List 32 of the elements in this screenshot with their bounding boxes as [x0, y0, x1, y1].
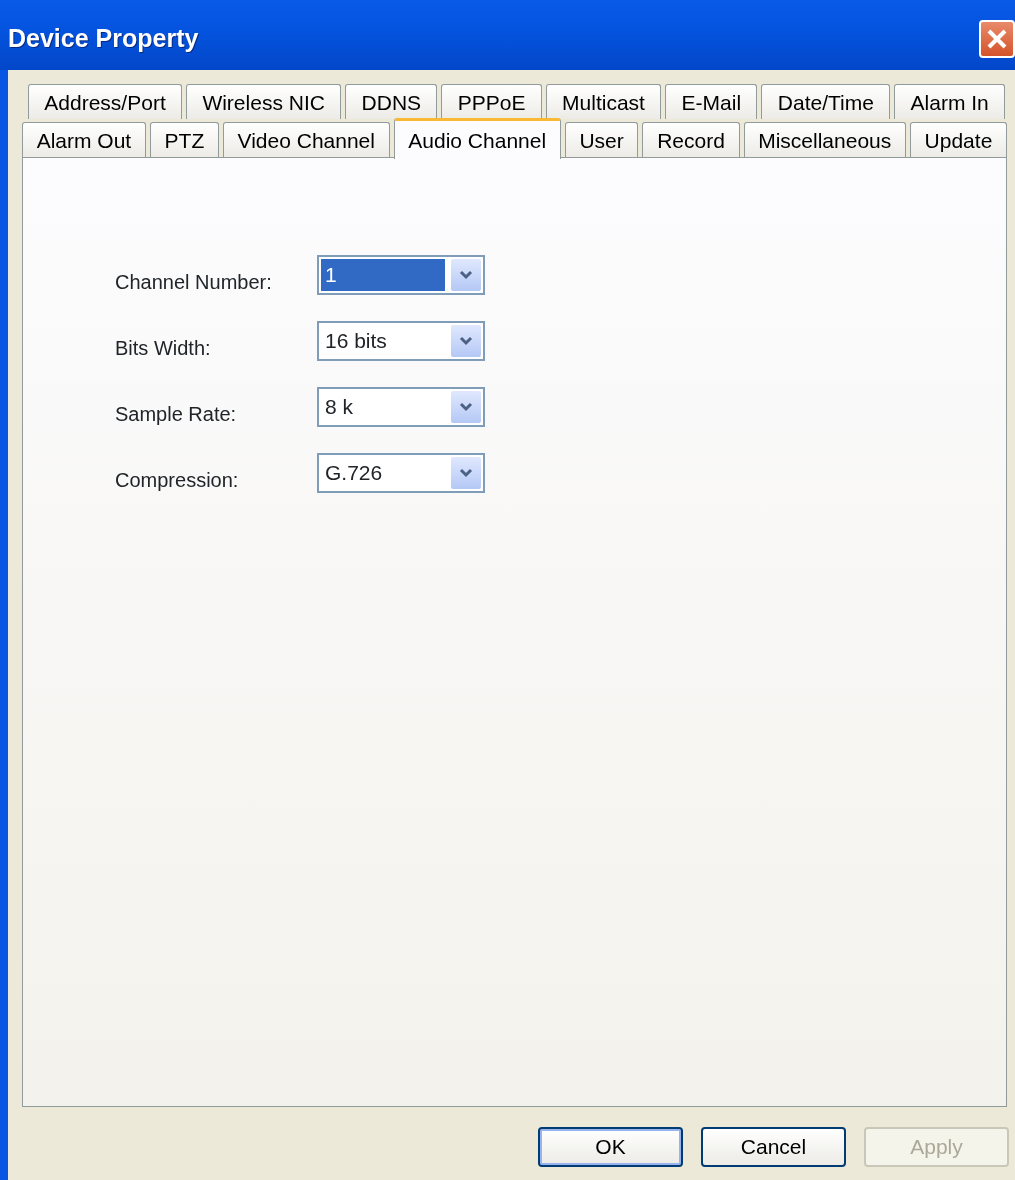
field-label: Sample Rate:	[115, 402, 238, 427]
tab[interactable]: Address/Port	[28, 84, 183, 119]
dropdown-value: G.726	[324, 460, 384, 486]
dialog-button[interactable]: OK	[538, 1127, 683, 1167]
tab[interactable]: Update	[909, 122, 1007, 157]
dropdown-field[interactable]: 8 k	[317, 387, 485, 427]
tab[interactable]: Alarm Out	[22, 122, 146, 157]
tab[interactable]: Miscellaneous	[743, 122, 906, 157]
tab[interactable]: PPPoE	[441, 84, 542, 119]
tab[interactable]: Record	[642, 122, 740, 157]
tab[interactable]: E-Mail	[665, 84, 758, 119]
window-title: Device Property	[8, 23, 199, 55]
tab[interactable]: User	[564, 122, 639, 157]
dropdown-value: 1	[321, 259, 445, 291]
tab[interactable]: Date/Time	[761, 84, 891, 119]
tab[interactable]: DDNS	[345, 84, 438, 119]
dialog-button[interactable]: Cancel	[701, 1127, 846, 1167]
tab[interactable]: Audio Channel	[393, 118, 561, 159]
dropdown-value: 8 k	[324, 394, 354, 420]
tab[interactable]: Multicast	[545, 84, 662, 119]
tab[interactable]: Video Channel	[222, 122, 390, 157]
field-label: Channel Number:	[115, 270, 273, 295]
dropdown-field[interactable]: 16 bits	[317, 321, 485, 361]
dropdown-field[interactable]: G.726	[317, 453, 485, 493]
dropdown-field[interactable]: 1	[317, 255, 485, 295]
field-label: Bits Width:	[115, 336, 212, 361]
tab[interactable]: Alarm In	[894, 84, 1006, 119]
close-button[interactable]	[979, 20, 1015, 58]
dropdown-value: 16 bits	[324, 328, 388, 354]
field-label: Compression:	[115, 468, 240, 493]
tab[interactable]: Wireless NIC	[186, 84, 342, 119]
tab[interactable]: PTZ	[149, 122, 219, 157]
